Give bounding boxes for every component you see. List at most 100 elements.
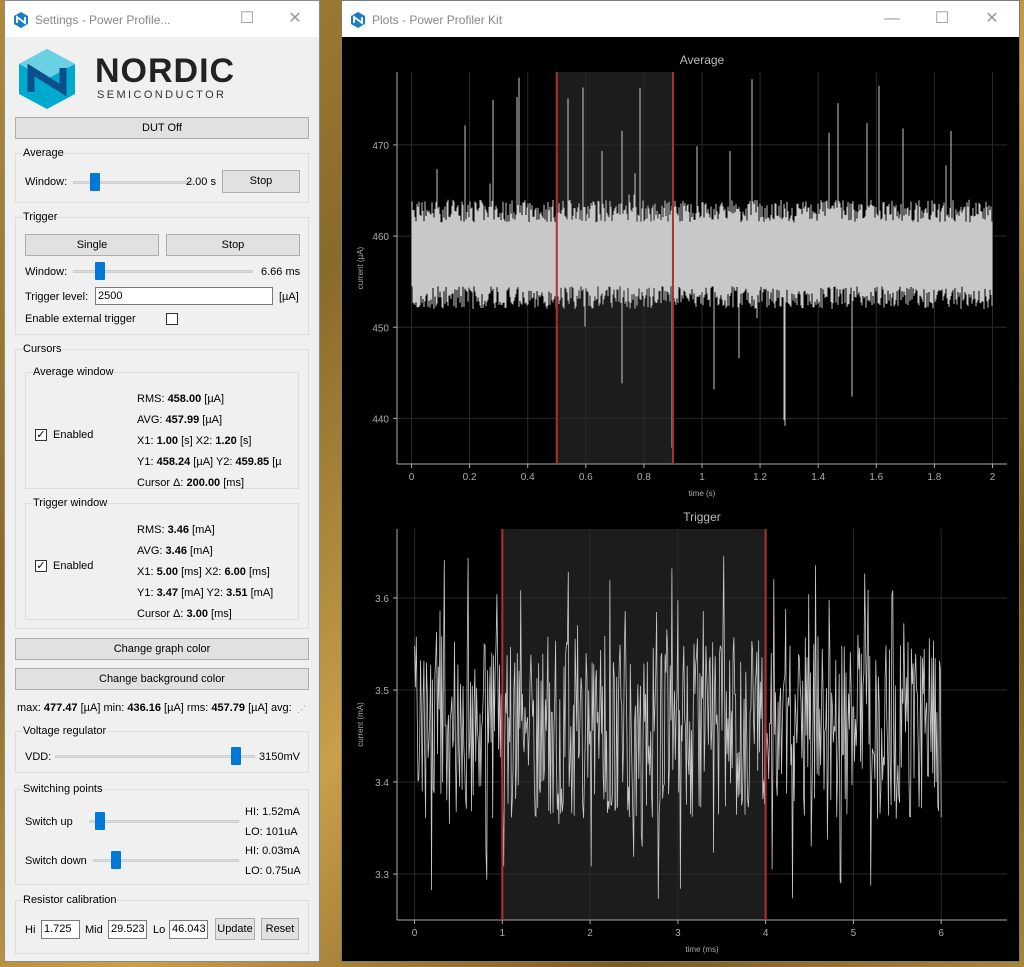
switch-down-label: Switch down <box>25 855 87 867</box>
trigger-window-value: 6.66 ms <box>261 266 301 278</box>
resistor-update-button[interactable]: Update <box>215 918 255 940</box>
x-tick-label: 4 <box>763 928 769 939</box>
trigger-cursor-enabled-checkbox[interactable]: ✓ <box>35 560 47 572</box>
average-stop-button[interactable]: Stop <box>222 170 300 193</box>
x-tick-label: 2 <box>990 472 996 483</box>
y-tick-label: 440 <box>372 414 389 425</box>
switch-down-slider-thumb[interactable] <box>110 851 121 869</box>
plot-title: Trigger <box>683 510 721 524</box>
vdd-label: VDD: <box>25 751 52 763</box>
trace-band <box>411 222 993 287</box>
voltage-regulator-label: Voltage regulator <box>23 725 107 737</box>
cursors-group-label: Cursors <box>23 343 62 355</box>
resistor-hi-label: Hi <box>25 924 36 936</box>
x-tick-label: 0 <box>412 928 418 939</box>
average-window-value: 2.00 s <box>186 176 216 188</box>
x-tick-label: 1 <box>500 928 506 939</box>
trigger-window-slider-thumb[interactable] <box>94 262 105 280</box>
cursor-average-window-label: Average window <box>33 366 114 378</box>
change-graph-color-button[interactable]: Change graph color <box>15 638 309 660</box>
vdd-value: 3150mV <box>259 751 300 763</box>
trigger-single-button[interactable]: Single <box>25 234 159 256</box>
x-tick-label: 0 <box>409 472 415 483</box>
minimize-icon[interactable]: — <box>872 5 912 33</box>
vdd-slider-track[interactable] <box>55 755 255 758</box>
settings-window-title: Settings - Power Profile... <box>35 13 171 27</box>
nordic-app-icon <box>14 12 28 28</box>
logo-sub-text: SEMICONDUCTOR <box>97 89 227 101</box>
x-axis-label: time (s) <box>689 489 716 498</box>
trigger-y-row: Y1: 3.47 [mA] Y2: 3.51 [mA] <box>137 587 274 599</box>
x-tick-label: 1.2 <box>753 472 767 483</box>
y-tick-label: 470 <box>372 141 389 152</box>
resize-grip-icon[interactable]: ⋰ <box>297 704 306 715</box>
trigger-plot[interactable]: Trigger 0 1 2 3 4 5 6 3.3 3.4 3.5 3.6 time (ms) curre… <box>342 507 1019 961</box>
y-axis-label: current (µA) <box>356 246 365 289</box>
average-cursor-readouts: RMS: 458.00 [µA] AVG: 457.99 [µA] X1: 1.… <box>137 389 292 494</box>
plots-window: Plots - Power Profiler Kit — ☐ ✕ Average… <box>341 0 1020 962</box>
trigger-window-label: Window: <box>25 266 68 278</box>
resistor-lo-label: Lo <box>153 924 166 936</box>
x-tick-label: 1.6 <box>869 472 883 483</box>
trigger-cursor-readouts: RMS: 3.46 [mA] AVG: 3.46 [mA] X1: 5.00 [… <box>137 520 297 625</box>
average-cursor-enabled-checkbox[interactable]: ✓ <box>35 429 47 441</box>
x-axis-label: time (ms) <box>685 945 719 954</box>
resistor-lo-input[interactable]: 46.043 <box>169 920 208 939</box>
y-tick-label: 3.6 <box>375 594 389 605</box>
x-tick-label: 0.6 <box>579 472 593 483</box>
x-tick-label: 0.2 <box>463 472 477 483</box>
x-tick-label: 5 <box>851 928 857 939</box>
plots-window-title: Plots - Power Profiler Kit <box>372 13 503 27</box>
trigger-cursor-enabled-label: Enabled <box>53 560 94 572</box>
x-tick-label: 1.4 <box>811 472 825 483</box>
average-x-row: X1: 1.00 [s] X2: 1.20 [s] <box>137 435 252 447</box>
external-trigger-checkbox[interactable] <box>166 313 178 325</box>
average-window-label: Window: <box>25 176 68 188</box>
logo-brand-text: NORDIC <box>95 52 236 90</box>
x-tick-label: 0.4 <box>521 472 535 483</box>
y-tick-label: 3.3 <box>375 870 389 881</box>
switch-up-slider-track[interactable] <box>89 820 239 823</box>
x-tick-label: 6 <box>938 928 944 939</box>
resistor-hi-input[interactable]: 1.725 <box>41 920 80 939</box>
dut-off-button[interactable]: DUT Off <box>15 117 309 139</box>
trigger-level-unit: [µA] <box>279 291 299 303</box>
trigger-avg-row: AVG: 3.46 [mA] <box>137 545 213 557</box>
plots-titlebar[interactable]: Plots - Power Profiler Kit — ☐ ✕ <box>342 1 1019 37</box>
settings-window: Settings - Power Profile... ☐ ✕ NORDIC S… <box>4 0 320 962</box>
external-trigger-label: Enable external trigger <box>25 313 136 325</box>
average-group-label: Average <box>23 147 64 159</box>
trigger-rms-row: RMS: 3.46 [mA] <box>137 524 215 536</box>
vdd-slider-thumb[interactable] <box>231 747 241 765</box>
resistor-calibration-label: Resistor calibration <box>23 894 117 906</box>
change-background-color-button[interactable]: Change background color <box>15 668 309 690</box>
trigger-stop-button[interactable]: Stop <box>166 234 300 256</box>
switch-down-lo: LO: 0.75uA <box>245 865 301 877</box>
resistor-mid-input[interactable]: 29.523 <box>108 920 147 939</box>
trigger-level-label: Trigger level: <box>25 291 89 303</box>
average-y-row: Y1: 458.24 [µA] Y2: 459.85 [µ <box>137 456 282 468</box>
stats-readout: max: 477.47 [µA] min: 436.16 [µA] rms: 4… <box>17 702 292 714</box>
maximize-icon[interactable]: ☐ <box>922 5 962 33</box>
trigger-delta-row: Cursor Δ: 3.00 [ms] <box>137 608 232 620</box>
average-delta-row: Cursor Δ: 200.00 [ms] <box>137 477 245 489</box>
nordic-app-icon <box>351 12 365 28</box>
average-window-slider-thumb[interactable] <box>89 173 100 191</box>
switch-down-hi: HI: 0.03mA <box>245 845 301 857</box>
nordic-logo-icon <box>19 49 75 109</box>
maximize-icon[interactable]: ☐ <box>227 5 267 33</box>
y-tick-label: 3.4 <box>375 778 389 789</box>
y-tick-label: 450 <box>372 323 389 334</box>
close-icon[interactable]: ✕ <box>972 5 1012 33</box>
x-tick-label: 0.8 <box>637 472 651 483</box>
trigger-x-row: X1: 5.00 [ms] X2: 6.00 [ms] <box>137 566 270 578</box>
trigger-level-input[interactable]: 2500 <box>95 287 273 305</box>
switch-up-slider-thumb[interactable] <box>95 812 106 830</box>
x-tick-label: 1 <box>699 472 705 483</box>
average-plot[interactable]: Average 0 0.2 0.4 0.6 0.8 1 1.2 1.4 1.6 1.8 2 440 450… <box>342 37 1019 507</box>
resistor-reset-button[interactable]: Reset <box>261 918 299 940</box>
close-icon[interactable]: ✕ <box>275 5 315 33</box>
y-tick-label: 460 <box>372 232 389 243</box>
settings-titlebar[interactable]: Settings - Power Profile... ☐ ✕ <box>5 1 319 37</box>
trigger-group-label: Trigger <box>23 211 58 223</box>
